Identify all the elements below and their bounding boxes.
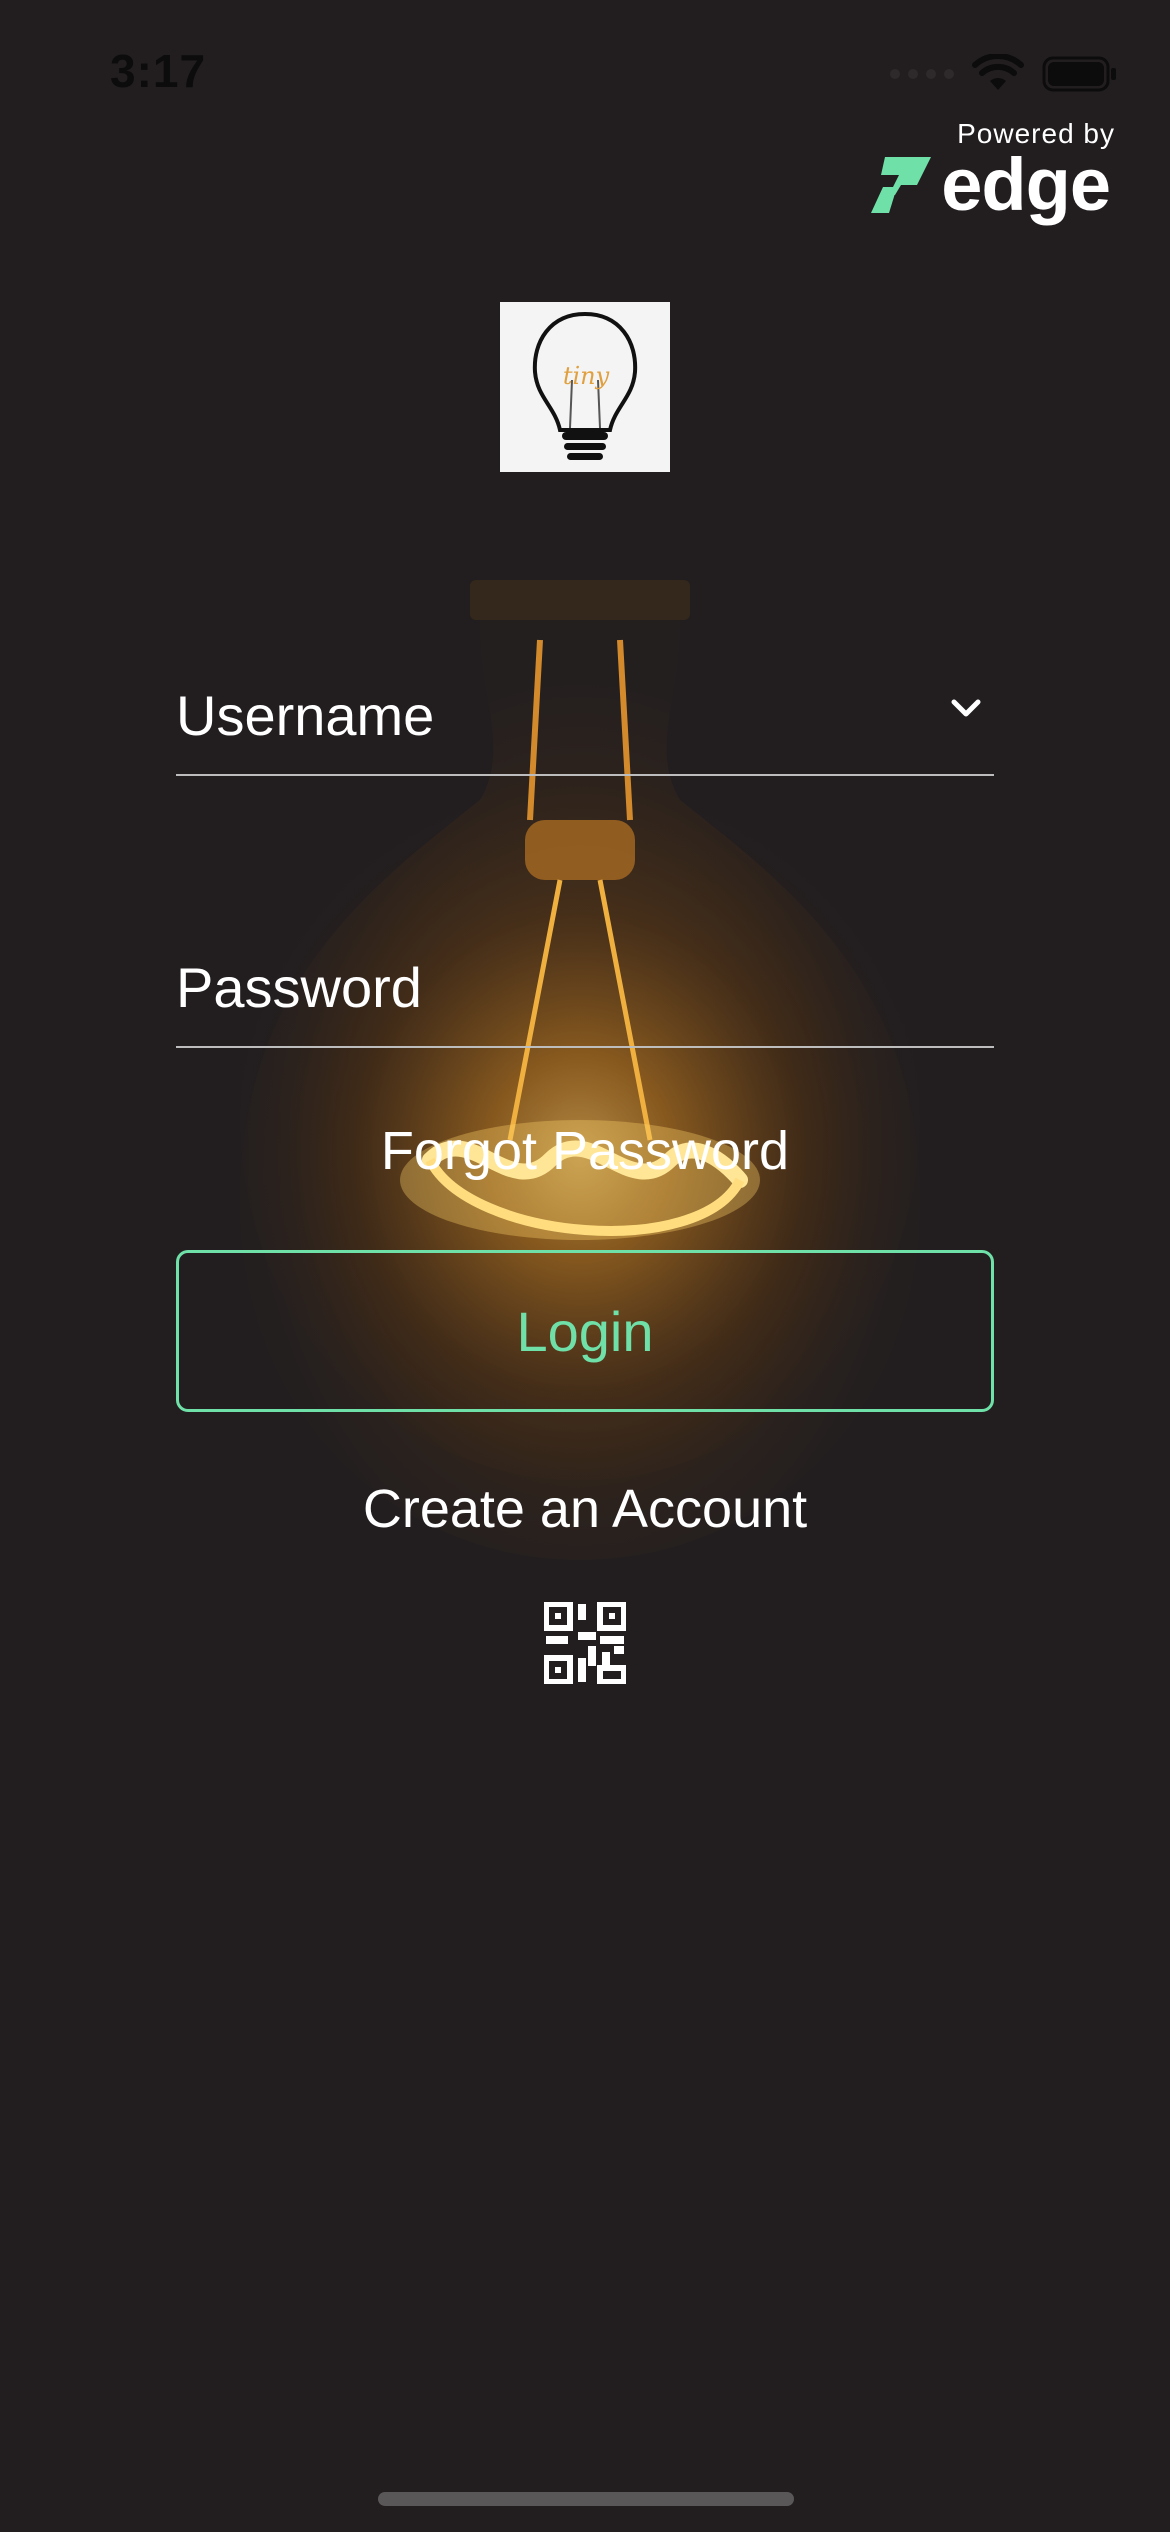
app-logo: tiny	[500, 302, 670, 472]
login-button[interactable]: Login	[176, 1250, 994, 1412]
status-time: 3:17	[110, 45, 207, 97]
status-icons	[890, 52, 1118, 96]
login-screen: 3:17 Powered by edge tiny Username Passw…	[0, 0, 1170, 2532]
chevron-down-icon[interactable]	[946, 688, 986, 728]
edge-wordmark: edge	[941, 143, 1111, 226]
edge-logo: edge	[871, 143, 1111, 226]
username-field[interactable]: Username	[176, 664, 994, 776]
signal-icon	[890, 69, 954, 79]
home-indicator[interactable]	[378, 2492, 794, 2506]
password-label: Password	[176, 956, 422, 1019]
wifi-icon	[972, 54, 1024, 90]
create-account-link[interactable]: Create an Account	[0, 1478, 1170, 1540]
password-field[interactable]: Password	[176, 936, 994, 1048]
app-logo-text: tiny	[563, 362, 610, 390]
battery-icon	[1042, 56, 1116, 92]
login-button-label: Login	[516, 1299, 654, 1363]
edge-mark-icon	[871, 157, 932, 213]
username-label: Username	[176, 684, 435, 747]
qr-code-icon[interactable]	[544, 1602, 626, 1684]
forgot-password-link[interactable]: Forgot Password	[0, 1120, 1170, 1182]
